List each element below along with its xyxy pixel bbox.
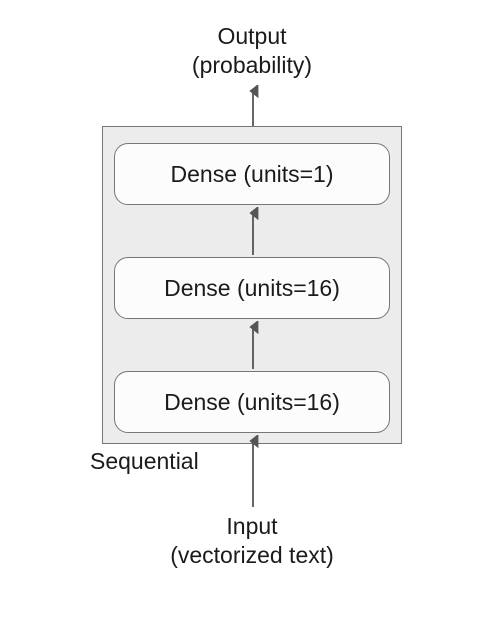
input-label: Input (vectorized text) [0,512,504,570]
output-line1: Output [217,23,286,49]
output-label: Output (probability) [0,22,504,80]
layer-text: Dense (units=16) [164,389,340,416]
layer-text: Dense (units=1) [171,161,334,188]
layer-text: Dense (units=16) [164,275,340,302]
dense-layer-2: Dense (units=16) [114,257,390,319]
dense-layer-1: Dense (units=16) [114,371,390,433]
output-line2: (probability) [192,52,312,78]
dense-layer-3: Dense (units=1) [114,143,390,205]
model-label: Sequential [90,448,199,475]
input-line2: (vectorized text) [170,542,334,568]
arrow-up-icon [247,435,259,507]
arrow-up-icon [247,85,259,129]
input-line1: Input [226,513,277,539]
diagram-canvas: Output (probability) Dense (units=1) Den… [0,0,504,622]
